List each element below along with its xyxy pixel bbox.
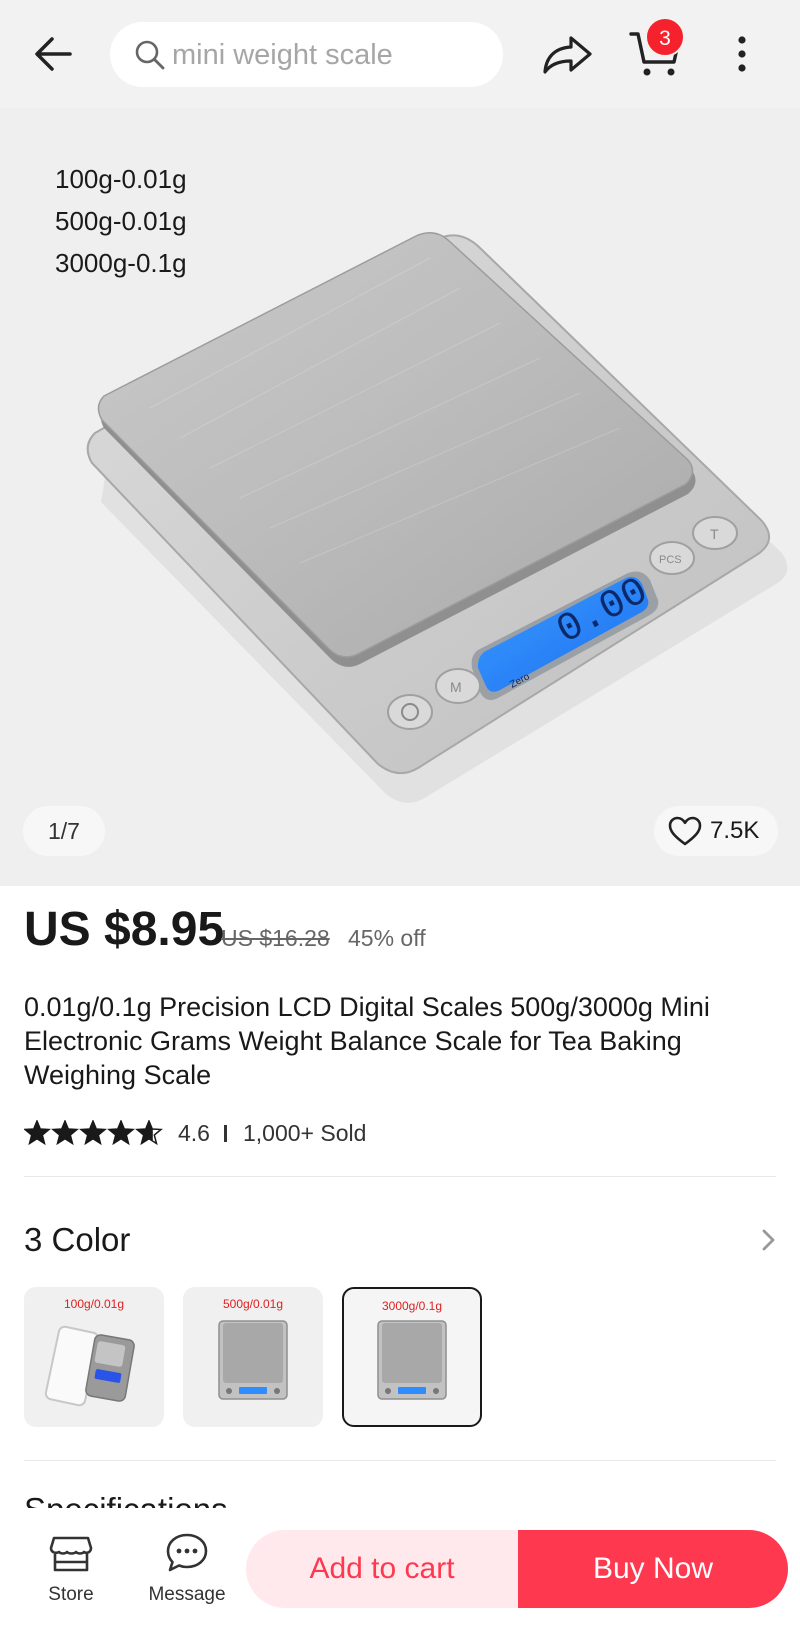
share-icon (543, 36, 592, 74)
arrow-left-icon (35, 37, 72, 71)
more-options-button[interactable] (726, 30, 758, 78)
t-button-label: T (710, 526, 719, 542)
search-bar[interactable]: mini weight scale (110, 22, 503, 87)
variant-label: 3000g/0.1g (381, 1299, 443, 1313)
original-price: US $16.28 (221, 925, 330, 951)
image-spec-overlay: 100g-0.01g 500g-0.01g 3000g-0.1g (55, 158, 187, 284)
product-title: 0.01g/0.1g Precision LCD Digital Scales … (24, 992, 710, 1090)
message-button[interactable]: Message (132, 1508, 242, 1625)
chat-bubble-icon (166, 1533, 208, 1572)
buy-now-button[interactable]: Buy Now (518, 1530, 788, 1608)
variant-option[interactable]: 100g/0.01g (24, 1287, 164, 1427)
m-button-label: M (450, 679, 462, 695)
variant-option[interactable]: 500g/0.01g (183, 1287, 323, 1427)
variant-option-selected[interactable]: 3000g/0.1g (342, 1287, 482, 1427)
spec-line: 500g-0.01g (55, 206, 187, 236)
cart-count-badge: 3 (645, 17, 685, 57)
store-icon (49, 1536, 93, 1572)
image-counter: 1/7 (23, 806, 105, 856)
search-icon (135, 40, 165, 70)
store-button[interactable]: Store (16, 1508, 126, 1625)
divider (24, 1176, 776, 1177)
separator (224, 1125, 227, 1142)
store-label: Store (48, 1584, 94, 1605)
variant-label: 100g/0.01g (63, 1297, 125, 1311)
rating-value: 4.6 (178, 1120, 210, 1146)
search-placeholder: mini weight scale (172, 39, 393, 71)
spec-line: 100g-0.01g (55, 164, 187, 194)
variant-section-title[interactable]: 3 Color (24, 1220, 130, 1260)
wishlist-count: 7.5K (710, 817, 760, 844)
variant-label: 500g/0.01g (222, 1297, 284, 1311)
wishlist-button[interactable]: 7.5K (654, 806, 778, 856)
top-bar: mini weight scale 3 (0, 0, 800, 108)
add-to-cart-button[interactable]: Add to cart (246, 1530, 518, 1608)
product-image-gallery[interactable]: 0.00 Zero M PCS T 100g-0.01g 500g-0.01g … (0, 108, 800, 886)
share-button[interactable] (540, 30, 596, 78)
discount-badge: 45% off (348, 925, 426, 951)
back-button[interactable] (30, 30, 78, 78)
heart-icon (668, 816, 702, 846)
pcs-button-label: PCS (659, 554, 682, 566)
current-price: US $8.95 (24, 903, 225, 956)
chevron-right-icon[interactable] (758, 1226, 780, 1254)
more-vertical-icon (738, 36, 746, 72)
sold-count: 1,000+ Sold (243, 1120, 367, 1146)
spec-line: 3000g-0.1g (55, 248, 187, 278)
divider (24, 1460, 776, 1461)
message-label: Message (148, 1584, 226, 1605)
bottom-action-bar: Store Message Add to cart Buy Now (0, 1508, 800, 1625)
rating-stars (24, 1120, 162, 1145)
rating-row[interactable]: 4.6 1,000+ Sold (24, 1116, 624, 1150)
